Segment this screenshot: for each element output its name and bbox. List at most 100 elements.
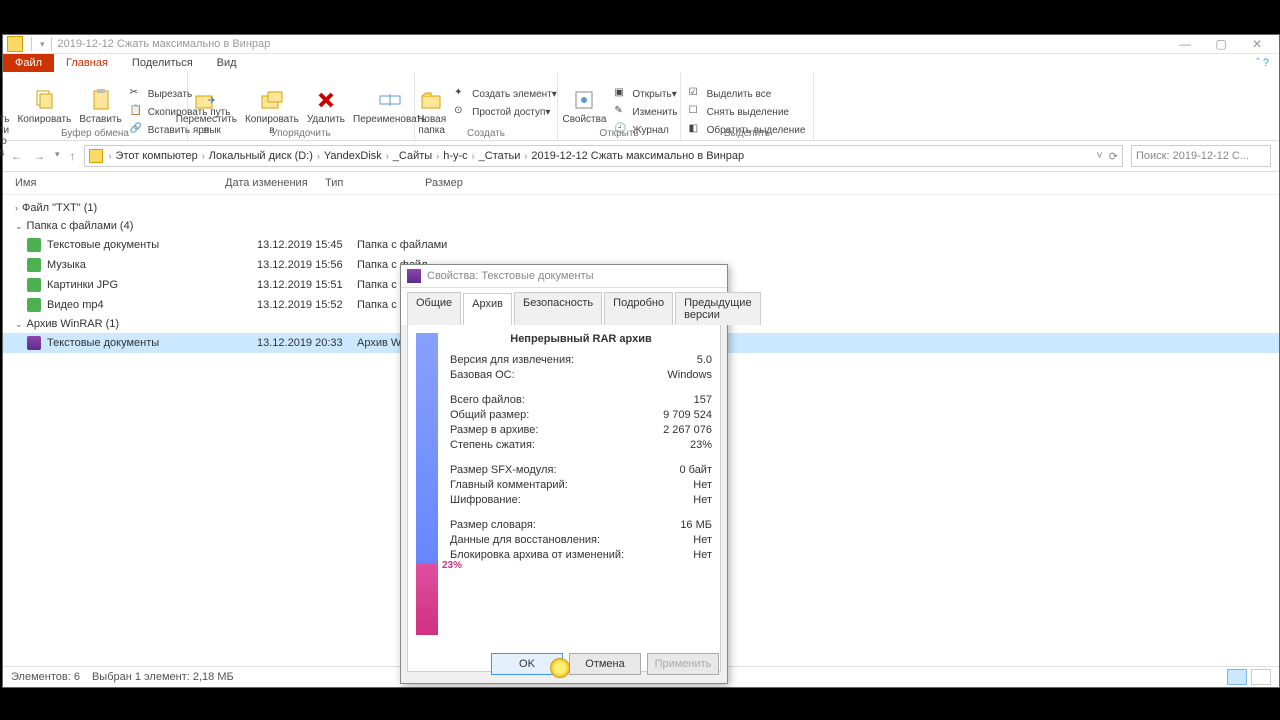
tab-archive[interactable]: Архив xyxy=(463,293,512,326)
close-button[interactable]: ✕ xyxy=(1239,37,1275,51)
col-type[interactable]: Тип xyxy=(325,177,425,189)
tab-details[interactable]: Подробно xyxy=(604,292,673,325)
new-folder-icon xyxy=(418,88,446,112)
status-item-count: Элементов: 6 xyxy=(11,671,80,683)
open-icon: ▣ xyxy=(614,87,628,101)
property-key: Данные для восстановления: xyxy=(450,533,600,548)
history-dropdown[interactable]: ▾ xyxy=(55,149,60,163)
ribbon: Закрепить на панели быстрого доступа Коп… xyxy=(3,72,1279,141)
rar-icon xyxy=(27,336,41,350)
address-bar[interactable]: › Этот компьютер› Локальный диск (D:)› Y… xyxy=(84,145,1123,167)
group-header[interactable]: ›Файл "TXT" (1) xyxy=(3,199,1279,217)
property-key: Блокировка архива от изменений: xyxy=(450,548,624,563)
refresh-icon[interactable]: ⟳ xyxy=(1109,150,1118,163)
folder-icon xyxy=(27,258,41,272)
tab-security[interactable]: Безопасность xyxy=(514,292,602,325)
select-none-icon: ☐ xyxy=(689,105,703,119)
copy-icon xyxy=(30,88,58,112)
property-key: Размер словаря: xyxy=(450,518,536,533)
property-value: 2 267 076 xyxy=(663,423,712,438)
dialog-title: Свойства: Текстовые документы xyxy=(427,270,594,282)
tab-share[interactable]: Поделиться xyxy=(120,54,205,72)
rename-icon xyxy=(376,88,404,112)
window-title: 2019-12-12 Сжать максимально в Винрар xyxy=(58,38,271,50)
easy-access-button[interactable]: ⊙Простой доступ ▾ xyxy=(452,104,559,120)
delete-button[interactable]: Удалить xyxy=(303,86,349,127)
property-row: Шифрование:Нет xyxy=(450,493,712,508)
folder-icon xyxy=(27,278,41,292)
select-none-button[interactable]: ☐Снять выделение xyxy=(687,104,808,120)
property-value: 23% xyxy=(690,438,712,453)
property-row: Версия для извлечения:5.0 xyxy=(450,353,712,368)
select-all-button[interactable]: ☑Выделить все xyxy=(687,86,808,102)
folder-icon xyxy=(89,149,103,163)
help-icon[interactable]: ˆ ? xyxy=(1256,57,1279,69)
col-date[interactable]: Дата изменения xyxy=(225,177,325,189)
paste-icon xyxy=(87,88,115,112)
ribbon-tabs: Файл Главная Поделиться Вид ˆ ? xyxy=(3,54,1279,72)
rar-icon xyxy=(407,269,421,283)
tab-view[interactable]: Вид xyxy=(205,54,249,72)
open-button[interactable]: ▣Открыть ▾ xyxy=(612,86,679,102)
property-key: Базовая ОС: xyxy=(450,368,515,383)
property-row: Данные для восстановления: Нет xyxy=(450,533,712,548)
forward-button[interactable]: → xyxy=(33,149,45,163)
col-size[interactable]: Размер xyxy=(425,177,485,189)
addr-dropdown-icon[interactable]: ˅ xyxy=(1096,150,1102,163)
titlebar: ▾ 2019-12-12 Сжать максимально в Винрар … xyxy=(3,35,1279,54)
property-value: Нет xyxy=(693,493,712,508)
breadcrumb[interactable]: Локальный диск (D:) xyxy=(209,150,313,162)
details-view-button[interactable] xyxy=(1227,669,1247,685)
select-all-icon: ☑ xyxy=(689,87,703,101)
ratio-label: 23% xyxy=(442,560,462,571)
new-item-button[interactable]: ✦Создать элемент ▾ xyxy=(452,86,559,102)
copy-button[interactable]: Копировать xyxy=(13,86,75,127)
edit-button[interactable]: ✎Изменить xyxy=(612,104,679,120)
property-value: Нет xyxy=(693,533,712,548)
breadcrumb[interactable]: _Сайты xyxy=(393,150,432,162)
property-key: Версия для извлечения: xyxy=(450,353,574,368)
up-button[interactable]: ↑ xyxy=(70,149,76,163)
minimize-button[interactable]: — xyxy=(1167,37,1203,51)
easy-access-icon: ⊙ xyxy=(454,105,468,119)
property-key: Всего файлов: xyxy=(450,393,525,408)
property-row: Базовая ОС:Windows xyxy=(450,368,712,383)
edit-icon: ✎ xyxy=(614,105,628,119)
file-tab[interactable]: Файл xyxy=(3,54,54,72)
paste-button[interactable]: Вставить xyxy=(75,86,125,127)
folder-icon xyxy=(27,238,41,252)
properties-button[interactable]: Свойства xyxy=(558,86,610,127)
property-key: Главный комментарий: xyxy=(450,478,568,493)
archive-type-heading: Непрерывный RAR архив xyxy=(450,333,712,345)
property-row: Размер в архиве:2 267 076 xyxy=(450,423,712,438)
apply-button[interactable]: Применить xyxy=(647,653,719,675)
properties-dialog: Свойства: Текстовые документы Общие Архи… xyxy=(400,264,728,684)
breadcrumb[interactable]: h-y-c xyxy=(443,150,467,162)
maximize-button[interactable]: ▢ xyxy=(1203,37,1239,51)
compression-bar: 23% xyxy=(416,333,440,663)
column-headers[interactable]: Имя Дата изменения Тип Размер xyxy=(3,172,1279,195)
copyto-icon xyxy=(258,88,286,112)
move-icon xyxy=(192,88,220,112)
group-header[interactable]: ⌄Папка с файлами (4) xyxy=(3,217,1279,235)
col-name[interactable]: Имя xyxy=(15,177,225,189)
breadcrumb[interactable]: Этот компьютер xyxy=(116,150,198,162)
qat-chevron-icon[interactable]: ▾ xyxy=(40,39,45,50)
property-key: Общий размер: xyxy=(450,408,529,423)
property-row: Всего файлов:157 xyxy=(450,393,712,408)
tab-general[interactable]: Общие xyxy=(407,292,461,325)
breadcrumb[interactable]: YandexDisk xyxy=(324,150,382,162)
dialog-titlebar[interactable]: Свойства: Текстовые документы xyxy=(401,265,727,288)
pin-button[interactable]: Закрепить на панели быстрого доступа xyxy=(0,86,13,160)
tab-home[interactable]: Главная xyxy=(54,54,120,72)
property-value: 0 байт xyxy=(679,463,712,478)
breadcrumb[interactable]: _Статьи xyxy=(479,150,521,162)
search-input[interactable]: Поиск: 2019-12-12 С... xyxy=(1131,145,1271,167)
cursor-highlight xyxy=(550,658,570,678)
list-item[interactable]: Текстовые документы13.12.2019 15:45Папка… xyxy=(3,235,1279,255)
cancel-button[interactable]: Отмена xyxy=(569,653,641,675)
path-icon: 📋 xyxy=(130,105,144,119)
breadcrumb[interactable]: 2019-12-12 Сжать максимально в Винрар xyxy=(531,150,744,162)
tab-previous[interactable]: Предыдущие версии xyxy=(675,292,760,325)
large-icons-view-button[interactable] xyxy=(1251,669,1271,685)
